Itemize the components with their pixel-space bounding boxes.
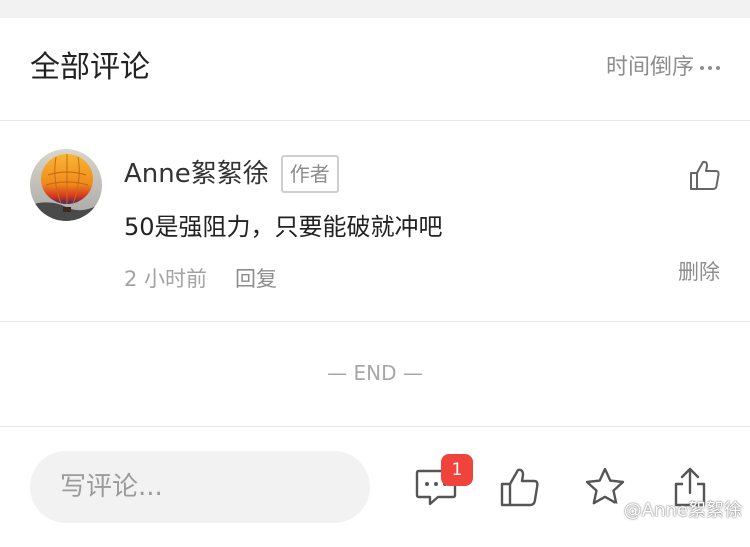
reply-button[interactable]: 回复 [235,263,277,295]
thumbs-up-icon [690,160,720,190]
comment-input[interactable]: 写评论... [30,451,370,523]
comments-title: 全部评论 [30,50,150,85]
comment-count-badge: 1 [441,454,473,486]
avatar[interactable] [30,149,102,221]
watermark-text: @Anne絮絮徐 [623,500,742,521]
comment-like-button[interactable] [688,158,722,192]
thumbs-up-icon[interactable] [498,465,542,509]
sort-label[interactable]: 时间倒序 [606,52,694,84]
delete-button[interactable]: 删除 [678,256,720,288]
sort-control[interactable]: 时间倒序 [606,52,720,84]
top-strip [0,0,750,18]
bottom-action-bar: 写评论... 1 [0,427,750,547]
comments-header: 全部评论 时间倒序 [0,18,750,120]
hot-air-balloon-avatar [30,149,102,221]
watermark: @Anne絮絮徐 [604,498,742,524]
divider [0,321,750,322]
more-dots-icon[interactable] [700,52,720,84]
author-name[interactable]: Anne絮絮徐 [124,155,269,193]
comment-item: Anne絮絮徐 作者 50是强阻力，只要能破就冲吧 2 小时前 回复 删除 [0,121,750,321]
weibo-logo-icon [604,498,620,524]
comment-meta: 2 小时前 回复 [124,263,277,295]
end-marker: — END — [327,361,423,385]
author-row: Anne絮絮徐 作者 [124,155,339,193]
comment-text: 50是强阻力，只要能破就冲吧 [124,213,443,241]
author-badge: 作者 [280,155,339,193]
comment-time: 2 小时前 [124,267,208,291]
